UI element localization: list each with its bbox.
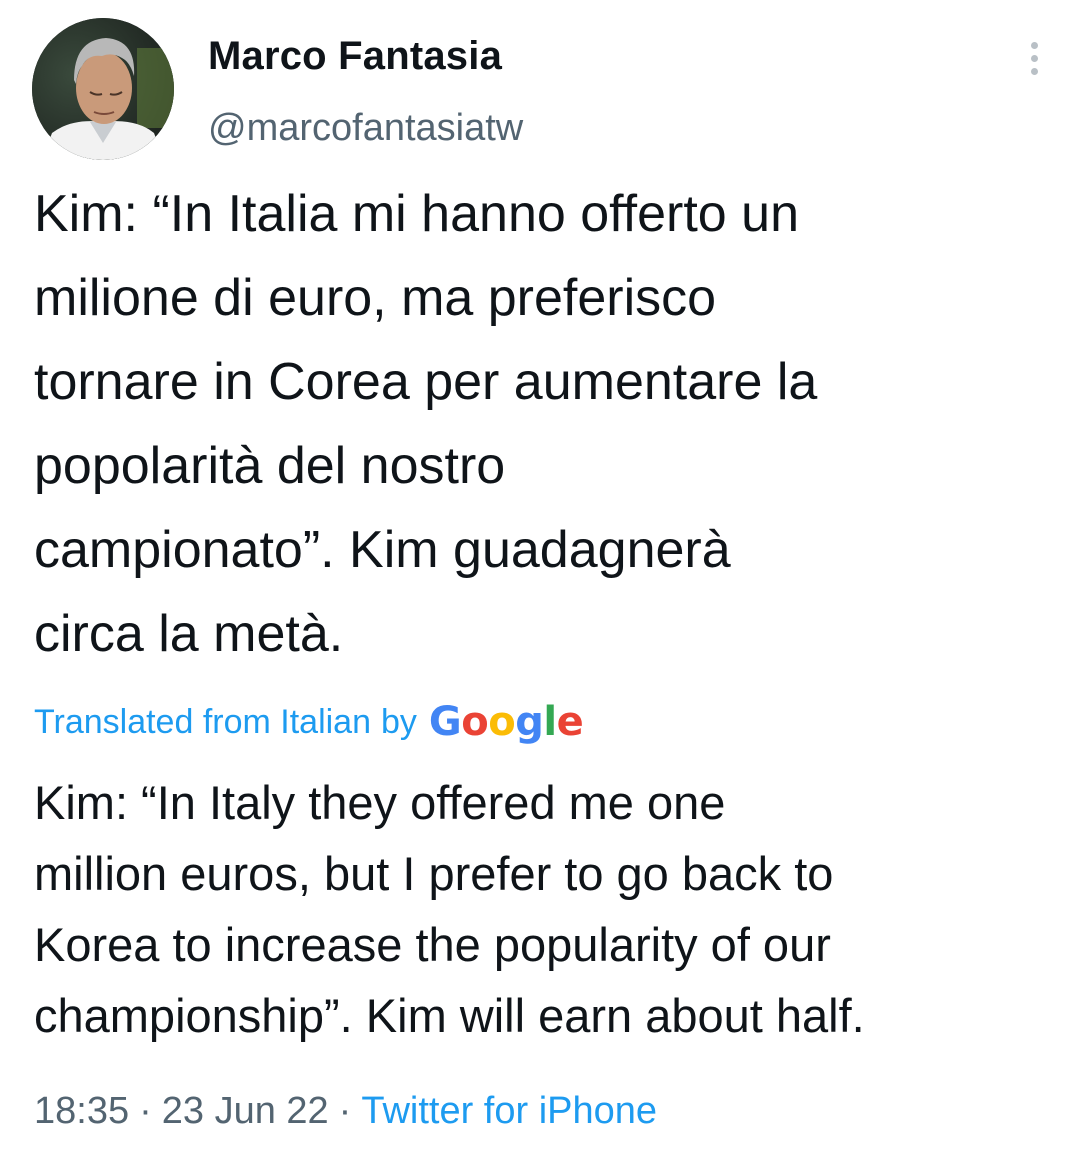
tweet-header: Marco Fantasia @marcofantasiatw (32, 18, 1048, 163)
more-vertical-icon[interactable] (1024, 42, 1044, 82)
tweet-source-link[interactable]: Twitter for iPhone (361, 1090, 657, 1132)
translated-by-label: by (381, 702, 417, 741)
translated-text: Kim: “In Italy they offered me one milli… (34, 776, 865, 1042)
author-names: Marco Fantasia @marcofantasiatw (208, 32, 523, 150)
tweet-metadata: 18:35 · 23 Jun 22 · Twitter for iPhone (34, 1086, 657, 1136)
google-logo: Google (428, 699, 584, 745)
more-dot (1030, 42, 1038, 49)
avatar-image (32, 18, 174, 160)
tweet-time[interactable]: 18:35 (34, 1090, 129, 1132)
tweet-text: Kim: “In Italia mi hanno offerto un mili… (34, 185, 818, 663)
user-handle[interactable]: @marcofantasiatw (208, 106, 523, 150)
display-name[interactable]: Marco Fantasia (208, 32, 523, 80)
tweet: Marco Fantasia @marcofantasiatw Kim: “In… (0, 0, 1080, 1162)
translated-from-label: Translated from Italian (34, 702, 371, 741)
avatar[interactable] (32, 18, 174, 160)
separator: · (338, 1090, 352, 1132)
more-dot (1030, 68, 1038, 75)
translation-attribution[interactable]: Translated from Italian by Google (34, 694, 584, 750)
more-dot (1030, 55, 1038, 62)
separator: · (139, 1090, 152, 1132)
tweet-date[interactable]: 23 Jun 22 (162, 1090, 329, 1132)
